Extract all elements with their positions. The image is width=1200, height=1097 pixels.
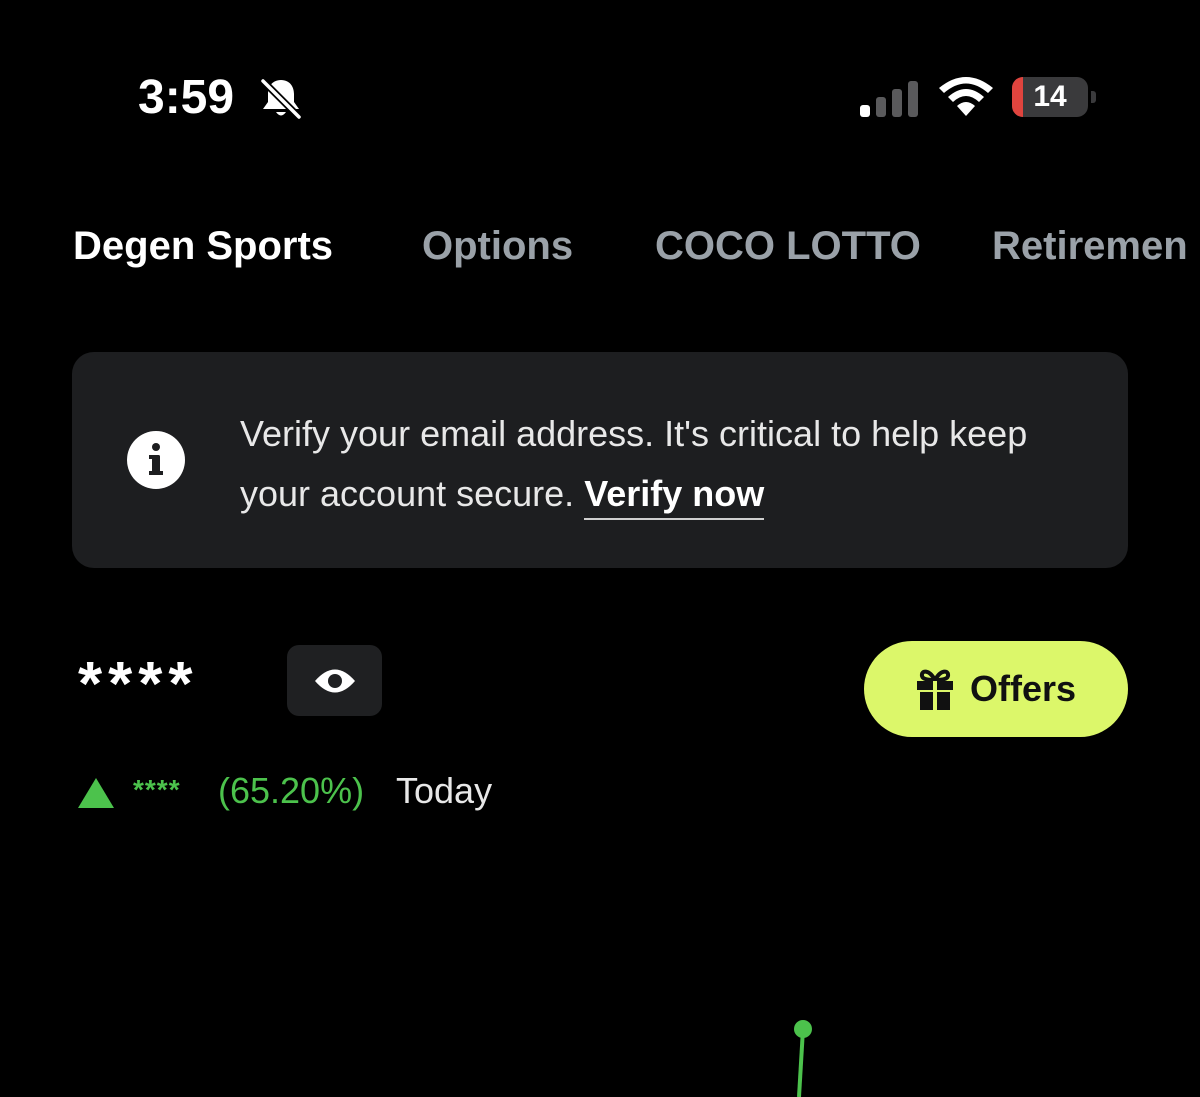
cellular-signal-icon	[860, 81, 918, 117]
battery-level: 14	[1033, 80, 1067, 113]
account-tabs: Degen Sports Options COCO LOTTO Retireme…	[0, 218, 1200, 278]
status-bar: 3:59 14	[0, 0, 1200, 190]
change-amount: ****	[133, 774, 181, 805]
battery-indicator: 14	[1012, 77, 1096, 119]
signal-bar	[876, 97, 886, 117]
wifi-icon	[939, 77, 993, 116]
tab-degen-sports[interactable]: Degen Sports	[73, 218, 333, 274]
signal-bar	[892, 89, 902, 117]
hidden-balance: ****	[78, 650, 199, 719]
offers-label: Offers	[970, 668, 1077, 709]
info-circle-icon	[127, 431, 185, 489]
gift-icon	[917, 669, 953, 710]
eye-icon	[315, 669, 355, 693]
tab-options[interactable]: Options	[422, 218, 573, 274]
offers-button[interactable]: Offers	[864, 641, 1128, 737]
signal-bar	[860, 105, 870, 117]
change-percent: (65.20%)	[218, 770, 365, 811]
show-balance-button[interactable]	[287, 645, 382, 716]
tab-coco-lotto[interactable]: COCO LOTTO	[655, 218, 921, 274]
triangle-up-icon	[78, 778, 114, 808]
tab-retirement[interactable]: Retiremen	[992, 218, 1188, 274]
portfolio-chart	[794, 1020, 812, 1097]
bell-slash-icon	[259, 77, 303, 120]
chart-line	[797, 1028, 805, 1097]
banner-message: Verify your email address. It's critical…	[240, 404, 1060, 524]
chart-endpoint-dot	[794, 1020, 812, 1038]
status-time: 3:59	[138, 71, 235, 124]
verify-email-banner: Verify your email address. It's critical…	[72, 352, 1128, 568]
change-period: Today	[396, 770, 493, 811]
verify-now-link[interactable]: Verify now	[584, 473, 765, 520]
battery-body: 14	[1012, 77, 1088, 117]
signal-bar	[908, 81, 918, 117]
battery-cap	[1091, 91, 1096, 103]
